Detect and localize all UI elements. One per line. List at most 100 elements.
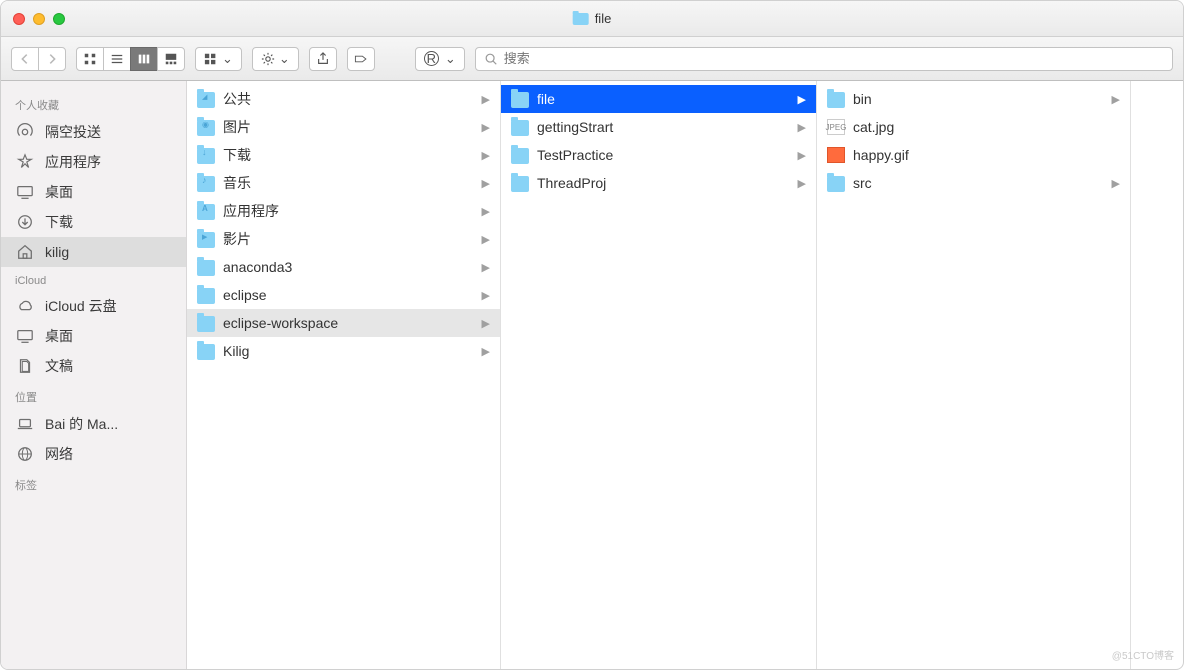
sidebar-heading: 标签: [1, 469, 186, 497]
folder-icon: [197, 148, 215, 164]
sidebar-item[interactable]: 下载: [1, 207, 186, 237]
column-view-button[interactable]: [130, 47, 158, 71]
file-row[interactable]: Kilig ▶: [187, 337, 500, 365]
file-row[interactable]: 下载 ▶: [187, 141, 500, 169]
sidebar-item[interactable]: Bai 的 Ma...: [1, 409, 186, 439]
sidebar-item[interactable]: 网络: [1, 439, 186, 469]
file-row[interactable]: TestPractice▶: [501, 141, 816, 169]
sidebar-item-label: 隔空投送: [45, 122, 101, 142]
chevron-down-icon: ⌄: [445, 51, 456, 67]
minimize-button[interactable]: [33, 13, 45, 25]
chevron-right-icon: [45, 52, 59, 66]
sidebar-item[interactable]: 桌面: [1, 177, 186, 207]
titlebar: file: [1, 1, 1183, 37]
maximize-button[interactable]: [53, 13, 65, 25]
list-view-button[interactable]: [103, 47, 131, 71]
chevron-right-icon: ▶: [482, 289, 490, 302]
search-icon: [484, 52, 498, 66]
folder-icon: [573, 13, 589, 25]
action-button[interactable]: ⌄: [252, 47, 299, 71]
desktop-icon: [15, 326, 35, 346]
file-name: src: [853, 175, 1106, 191]
file-row[interactable]: JPEG cat.jpg: [817, 113, 1130, 141]
view-mode-buttons: [76, 47, 185, 71]
file-row[interactable]: src ▶: [817, 169, 1130, 197]
sidebar-item-label: 桌面: [45, 182, 73, 202]
file-row[interactable]: file▶: [501, 85, 816, 113]
column: file▶ gettingStrart ▶ TestPractice▶ThreadPr…: [501, 81, 817, 669]
close-button[interactable]: [13, 13, 25, 25]
file-name: TestPractice: [537, 147, 792, 163]
gallery-view-button[interactable]: [157, 47, 185, 71]
file-row[interactable]: ThreadProj▶: [501, 169, 816, 197]
sidebar-item-label: iCloud 云盘: [45, 296, 117, 316]
file-row[interactable]: eclipse▶: [187, 281, 500, 309]
file-name: 应用程序: [223, 201, 476, 221]
image-icon: JPEG: [827, 119, 845, 135]
column: 公共▶图片▶下载▶音乐▶应用程序▶影片▶anaconda3▶eclipse▶ec…: [187, 81, 501, 669]
sidebar-item[interactable]: 桌面: [1, 321, 186, 351]
chevron-right-icon: ▶: [482, 149, 490, 162]
grid-icon: [83, 52, 97, 66]
icon-view-button[interactable]: [76, 47, 104, 71]
docs-icon: [15, 356, 35, 376]
sidebar-item-label: 网络: [45, 444, 73, 464]
chevron-right-icon: ▶: [482, 177, 490, 190]
file-name: cat.jpg: [853, 119, 1120, 135]
file-row[interactable]: happy.gif: [817, 141, 1130, 169]
sidebar-heading: 个人收藏: [1, 89, 186, 117]
search-input[interactable]: [504, 51, 1164, 66]
sidebar-heading: iCloud: [1, 267, 186, 291]
tag-icon: [354, 52, 368, 66]
file-row[interactable]: 图片▶: [187, 113, 500, 141]
search-field[interactable]: [475, 47, 1173, 71]
finder-window: file ⌄: [0, 0, 1184, 670]
sidebar-item[interactable]: iCloud 云盘: [1, 291, 186, 321]
sidebar-item-label: 应用程序: [45, 152, 101, 172]
file-row[interactable]: 影片▶: [187, 225, 500, 253]
columns-view: 公共▶图片▶下载▶音乐▶应用程序▶影片▶anaconda3▶eclipse▶ec…: [187, 81, 1183, 669]
share-icon: [316, 52, 330, 66]
file-row[interactable]: eclipse-workspace▶: [187, 309, 500, 337]
folder-icon: [197, 204, 215, 220]
sidebar-item[interactable]: 隔空投送: [1, 117, 186, 147]
r-button[interactable]: R ⌄: [415, 47, 465, 71]
file-name: 影片: [223, 229, 476, 249]
gear-icon: [261, 52, 275, 66]
chevron-right-icon: ▶: [482, 345, 490, 358]
file-name: 图片: [223, 117, 476, 137]
chevron-right-icon: ▶: [1112, 177, 1120, 190]
toolbar: ⌄ ⌄ R ⌄: [1, 37, 1183, 81]
forward-button[interactable]: [38, 47, 66, 71]
desktop-icon: [15, 182, 35, 202]
file-row[interactable]: bin▶: [817, 85, 1130, 113]
file-name: gettingStrart: [537, 119, 792, 135]
chevron-right-icon: ▶: [482, 93, 490, 106]
share-button[interactable]: [309, 47, 337, 71]
window-title: file: [573, 11, 612, 26]
folder-icon: [197, 344, 215, 360]
back-button[interactable]: [11, 47, 39, 71]
image-icon: [827, 147, 845, 163]
sidebar-item[interactable]: 应用程序: [1, 147, 186, 177]
chevron-right-icon: ▶: [798, 121, 806, 134]
r-icon: R: [424, 51, 439, 66]
file-name: 下载: [223, 145, 476, 165]
nav-buttons: [11, 47, 66, 71]
file-name: 音乐: [223, 173, 476, 193]
tag-button[interactable]: [347, 47, 375, 71]
file-row[interactable]: 音乐 ▶: [187, 169, 500, 197]
network-icon: [15, 444, 35, 464]
file-name: Kilig: [223, 343, 476, 359]
sidebar-item[interactable]: 文稿: [1, 351, 186, 381]
file-row[interactable]: gettingStrart ▶: [501, 113, 816, 141]
file-row[interactable]: anaconda3▶: [187, 253, 500, 281]
file-row[interactable]: 公共▶: [187, 85, 500, 113]
title-text: file: [595, 11, 612, 26]
sidebar-item[interactable]: kilig: [1, 237, 186, 267]
gallery-icon: [164, 52, 178, 66]
group-button[interactable]: ⌄: [195, 47, 242, 71]
file-row[interactable]: 应用程序▶: [187, 197, 500, 225]
sidebar-item-label: Bai 的 Ma...: [45, 414, 118, 434]
chevron-right-icon: ▶: [482, 261, 490, 274]
